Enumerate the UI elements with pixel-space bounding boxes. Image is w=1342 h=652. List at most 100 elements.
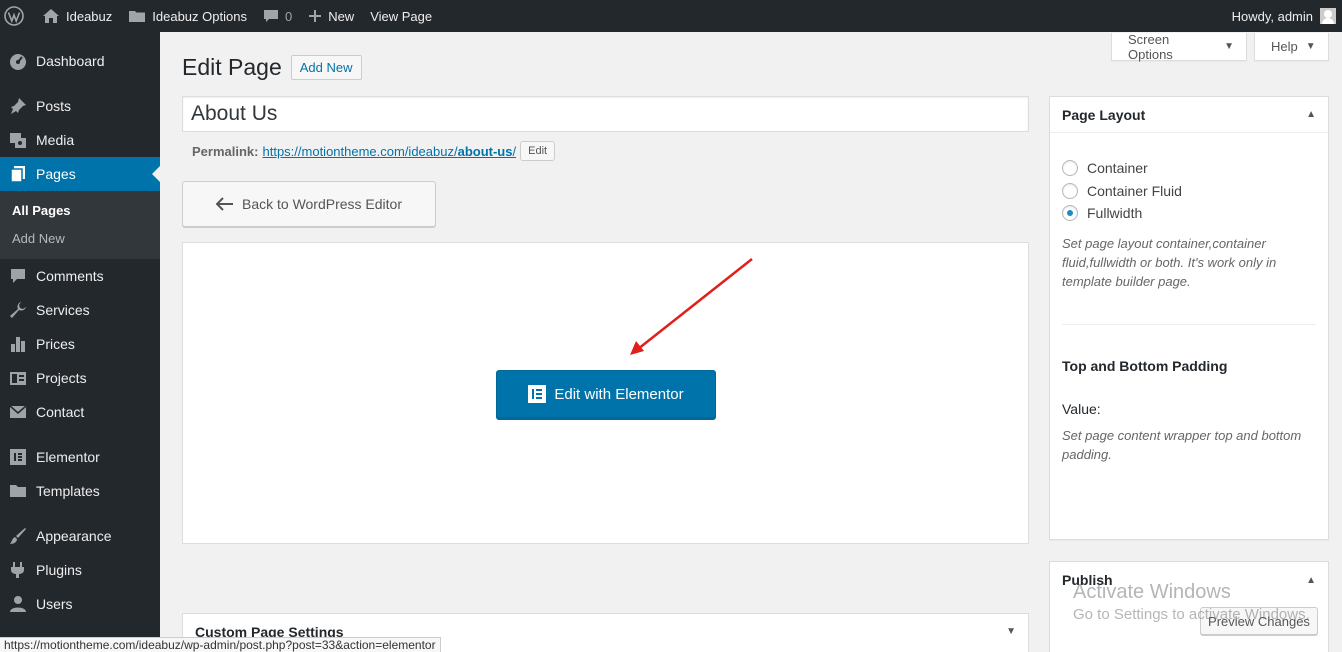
sidebar-label-media: Media bbox=[36, 132, 75, 148]
pages-icon bbox=[8, 164, 28, 184]
sidebar-label-projects: Projects bbox=[36, 370, 87, 386]
help-button[interactable]: Help ▼ bbox=[1254, 33, 1329, 61]
permalink-link[interactable]: https://motiontheme.com/ideabuz/about-us… bbox=[262, 144, 516, 159]
sidebar-item-prices[interactable]: Prices bbox=[0, 327, 160, 361]
elementor-icon bbox=[528, 385, 547, 403]
permalink-trail: / bbox=[512, 143, 517, 159]
account-menu[interactable]: Howdy, admin bbox=[1224, 0, 1342, 32]
new-content-link[interactable]: New bbox=[300, 0, 362, 32]
sidebar-item-templates[interactable]: Templates bbox=[0, 474, 160, 508]
sidebar-label-posts: Posts bbox=[36, 98, 72, 114]
radio-container-fluid[interactable] bbox=[1062, 182, 1078, 199]
page-layout-header[interactable]: Page Layout ▲ bbox=[1050, 97, 1328, 133]
screen-options-label: Screen Options bbox=[1128, 31, 1173, 62]
layout-option-container[interactable]: Container bbox=[1050, 157, 1328, 180]
caret-up-icon[interactable]: ▲ bbox=[1306, 575, 1316, 586]
view-page-label: View Page bbox=[370, 8, 433, 24]
sidebar-item-plugins[interactable]: Plugins bbox=[0, 553, 160, 587]
page-title: Edit Page bbox=[182, 54, 282, 80]
annotation-arrow bbox=[630, 258, 753, 355]
sidebar-label-comments: Comments bbox=[36, 268, 104, 284]
layout-option-label: Container bbox=[1087, 160, 1148, 177]
screen-options-button[interactable]: Screen Options ▼ bbox=[1111, 31, 1247, 62]
caret-down-icon: ▼ bbox=[1224, 41, 1234, 52]
pin-icon bbox=[8, 96, 28, 116]
layout-option-fullwidth[interactable]: Fullwidth bbox=[1050, 202, 1328, 225]
caret-down-icon[interactable]: ▼ bbox=[1006, 626, 1016, 637]
elementor-icon bbox=[8, 447, 28, 467]
sidebar-item-contact[interactable]: Contact bbox=[0, 395, 160, 429]
comment-icon bbox=[263, 10, 278, 22]
new-label: New bbox=[328, 8, 355, 24]
permalink-base: https://motiontheme.com/ideabuz/ bbox=[262, 143, 458, 159]
publish-header[interactable]: Publish ▲ bbox=[1050, 562, 1328, 598]
options-label: Ideabuz Options bbox=[152, 8, 247, 24]
page-layout-description: Set page layout container,container flui… bbox=[1062, 235, 1277, 289]
caret-down-icon: ▼ bbox=[1305, 41, 1316, 52]
sidebar-item-comments[interactable]: Comments bbox=[0, 259, 160, 293]
avatar bbox=[1320, 8, 1336, 24]
post-title-input[interactable]: About Us bbox=[182, 96, 1029, 132]
wordpress-logo-icon[interactable] bbox=[0, 0, 34, 32]
howdy-label: Howdy, admin bbox=[1231, 8, 1313, 24]
comments-link[interactable]: 0 bbox=[255, 0, 300, 32]
layout-option-container-fluid[interactable]: Container Fluid bbox=[1050, 180, 1328, 203]
home-icon bbox=[43, 9, 59, 23]
permalink-slug: about-us bbox=[457, 143, 513, 159]
dashboard-icon bbox=[8, 51, 28, 71]
folder-icon bbox=[8, 481, 28, 501]
value-label: Value: bbox=[1062, 400, 1101, 417]
sidebar-item-media[interactable]: Media bbox=[0, 123, 160, 157]
comments-count: 0 bbox=[284, 8, 293, 24]
ideabuz-options-link[interactable]: Ideabuz Options bbox=[120, 0, 255, 32]
wrench-icon bbox=[8, 300, 28, 320]
sidebar-item-users[interactable]: Users bbox=[0, 587, 160, 621]
sidebar-item-pages[interactable]: Pages bbox=[0, 157, 160, 191]
sidebar-label-appearance: Appearance bbox=[36, 528, 112, 544]
caret-up-icon[interactable]: ▲ bbox=[1306, 109, 1316, 120]
edit-with-elementor-button[interactable]: Edit with Elementor bbox=[496, 370, 716, 418]
edit-permalink-button[interactable]: Edit bbox=[520, 141, 556, 161]
mail-icon bbox=[8, 402, 28, 422]
permalink-row: Permalink: https://motiontheme.com/ideab… bbox=[192, 141, 556, 161]
sidebar-label-users: Users bbox=[36, 596, 73, 612]
plugin-icon bbox=[8, 560, 28, 580]
admin-bar: Ideabuz Ideabuz Options 0 New View Page … bbox=[0, 0, 1342, 32]
layout-option-label: Fullwidth bbox=[1087, 205, 1143, 222]
submenu-add-new[interactable]: Add New bbox=[0, 225, 160, 253]
radio-fullwidth[interactable] bbox=[1062, 205, 1078, 222]
back-to-wordpress-editor-button[interactable]: Back to WordPress Editor bbox=[182, 181, 436, 227]
help-label: Help bbox=[1271, 39, 1298, 54]
sidebar-item-appearance[interactable]: Appearance bbox=[0, 519, 160, 553]
sidebar-label-templates: Templates bbox=[36, 483, 100, 499]
sidebar-label-services: Services bbox=[36, 302, 90, 318]
sidebar-item-projects[interactable]: Projects bbox=[0, 361, 160, 395]
view-page-link[interactable]: View Page bbox=[362, 0, 440, 32]
page-layout-title: Page Layout bbox=[1062, 106, 1146, 123]
admin-sidebar: Dashboard Posts Media Pages All Pages Ad… bbox=[0, 32, 160, 652]
sidebar-label-prices: Prices bbox=[36, 336, 75, 352]
plus-icon bbox=[309, 10, 322, 22]
pages-submenu: All Pages Add New bbox=[0, 191, 160, 259]
site-name: Ideabuz bbox=[66, 8, 113, 24]
page-header: Edit Page Add New bbox=[182, 54, 362, 81]
sidebar-item-posts[interactable]: Posts bbox=[0, 89, 160, 123]
edit-with-elementor-label: Edit with Elementor bbox=[554, 385, 684, 403]
sidebar-item-elementor[interactable]: Elementor bbox=[0, 440, 160, 474]
comment-icon bbox=[8, 266, 28, 286]
bar-chart-icon bbox=[8, 334, 28, 354]
page-layout-box: Page Layout ▲ Container Container Fluid … bbox=[1049, 96, 1329, 540]
preview-changes-button[interactable]: Preview Changes bbox=[1200, 607, 1318, 635]
sidebar-item-services[interactable]: Services bbox=[0, 293, 160, 327]
site-name-link[interactable]: Ideabuz bbox=[34, 0, 120, 32]
radio-container[interactable] bbox=[1062, 160, 1078, 177]
sidebar-item-dashboard[interactable]: Dashboard bbox=[0, 44, 160, 78]
permalink-label: Permalink: bbox=[192, 143, 259, 159]
submenu-all-pages[interactable]: All Pages bbox=[0, 197, 160, 225]
add-new-page-button[interactable]: Add New bbox=[290, 55, 362, 80]
back-button-label: Back to WordPress Editor bbox=[241, 196, 403, 212]
folder-icon bbox=[129, 11, 146, 22]
browser-status-bar: https://motiontheme.com/ideabuz/wp-admin… bbox=[0, 637, 441, 652]
elementor-editor-panel: Edit with Elementor bbox=[182, 242, 1029, 544]
padding-title: Top and Bottom Padding bbox=[1062, 357, 1228, 374]
